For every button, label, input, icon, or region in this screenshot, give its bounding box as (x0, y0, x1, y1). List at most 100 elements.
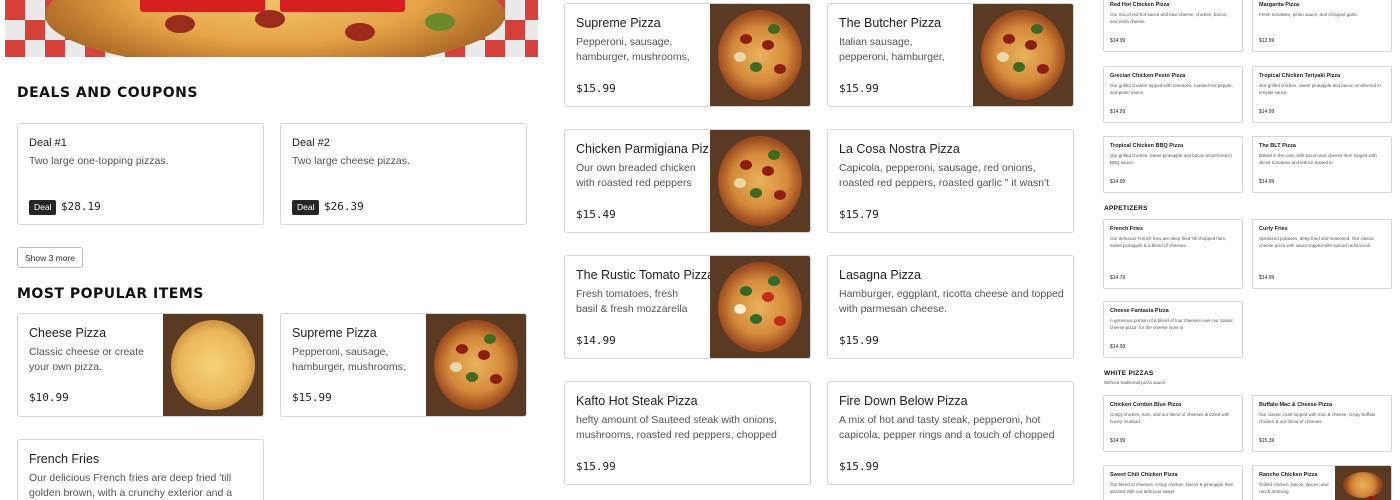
menu-item-card[interactable]: Chicken Cordon Blue Pizza Crispy chicken… (1103, 395, 1243, 452)
item-description: Capicola, pepperoni, sausage, red onions… (839, 162, 1050, 189)
item-description: Our mix of red hot sauce and blue cheese… (1110, 12, 1228, 24)
item-price: $15.99 (839, 460, 879, 473)
item-name: Fire Down Below Pizza (839, 394, 968, 408)
item-name: Red Hot Chicken Pizza (1110, 2, 1170, 8)
menu-item-card[interactable]: Cheese Pizza Classic cheese or create yo… (17, 313, 264, 417)
deal-name: Deal #2 (292, 137, 330, 149)
item-image (710, 4, 810, 106)
menu-item-card[interactable]: Kafto Hot Steak Pizza hefty amount of Sa… (564, 381, 811, 485)
hero-button-2[interactable] (280, 0, 405, 12)
show-more-deals-button[interactable]: Show 3 more (17, 247, 83, 268)
item-description: A generous portion of a blend of four ch… (1110, 318, 1234, 330)
item-price: $14.99 (1259, 109, 1275, 115)
menu-item-card[interactable]: The Rustic Tomato Pizza Fresh tomatoes, … (564, 255, 811, 359)
item-name: Tropical Chicken Teriyaki Pizza (1259, 73, 1341, 79)
deal-badge: Deal (29, 200, 57, 215)
deal-card[interactable]: Deal #1 Two large one-topping pizzas. De… (17, 123, 264, 225)
hero-button-1[interactable] (140, 0, 265, 12)
item-name: Supreme Pizza (292, 326, 377, 340)
item-name: Chicken Cordon Blue Pizza (1110, 402, 1182, 408)
item-name: Cheese Fantasia Pizza (1110, 308, 1169, 314)
menu-item-card[interactable]: Rancho Chicken Pizza Grilled chicken, ba… (1252, 465, 1392, 500)
menu-item-card[interactable]: Cheese Fantasia Pizza A generous portion… (1103, 301, 1243, 358)
deal-badge: Deal (292, 200, 320, 215)
item-description: Our delicious French fries are deep frie… (29, 472, 233, 499)
item-description: Our grilled chicken topped with tomatoes… (1110, 83, 1233, 95)
item-name: La Cosa Nostra Pizza (839, 142, 960, 156)
deals-title: Deals and coupons (17, 85, 198, 101)
item-name: Kafto Hot Steak Pizza (576, 394, 698, 408)
menu-item-card[interactable]: Lasagna Pizza Hamburger, eggplant, ricot… (827, 255, 1074, 359)
item-name: Lasagna Pizza (839, 268, 922, 282)
item-description: Pepperoni, sausage, hamburger, mushrooms… (576, 36, 690, 63)
menu-item-card[interactable]: Tropical Chicken Teriyaki Pizza Our gril… (1252, 66, 1392, 123)
item-name: Tropical Chicken BBQ Pizza (1110, 143, 1184, 149)
menu-item-card[interactable]: French Fries Our delicious French fries … (17, 439, 264, 500)
item-name: The Butcher Pizza (839, 16, 942, 30)
white-pizzas-heading: White pizzas (1104, 370, 1154, 377)
item-image (163, 314, 263, 416)
item-description: Fresh tomatoes, pesto sauce, and chopped… (1259, 12, 1359, 17)
deal-card[interactable]: Deal #2 Two large cheese pizzas. Deal $2… (280, 123, 527, 225)
item-price: $10.99 (29, 391, 69, 404)
item-name: Supreme Pizza (576, 16, 661, 30)
item-price: $15.99 (292, 391, 332, 404)
item-price: $15.49 (576, 208, 616, 221)
item-name: Buffalo Mac & Cheese Pizza (1259, 402, 1333, 408)
menu-item-card[interactable]: Red Hot Chicken Pizza Our mix of red hot… (1103, 0, 1243, 52)
item-name: Rancho Chicken Pizza (1259, 472, 1318, 478)
item-price: $15.99 (576, 460, 616, 473)
popular-title: Most popular items (17, 286, 204, 302)
menu-item-card[interactable]: Margarita Pizza Fresh tomatoes, pesto sa… (1252, 0, 1392, 52)
item-description: Crispy chicken, ham, and our blend of ch… (1110, 412, 1230, 424)
item-price: $15.79 (839, 208, 879, 221)
item-description: Our delicious French fries are deep frie… (1110, 236, 1227, 248)
item-name: Cheese Pizza (29, 326, 107, 340)
item-description: Classic cheese or create your own pizza. (29, 346, 144, 373)
item-price: $14.99 (1110, 344, 1126, 350)
item-price: $14.99 (1110, 179, 1126, 185)
menu-item-card[interactable]: Fire Down Below Pizza A mix of hot and t… (827, 381, 1074, 485)
item-price: $15.99 (839, 334, 879, 347)
menu-item-card[interactable]: Sweet Chili Chicken Pizza Our blend of c… (1103, 465, 1243, 500)
menu-item-card[interactable]: Chicken Parmigiana Pizza Our own breaded… (564, 129, 811, 233)
item-name: The BLT Pizza (1259, 143, 1296, 149)
item-price: $15.99 (576, 82, 616, 95)
deal-name: Deal #1 (29, 137, 67, 149)
item-name: Curly Fries (1259, 226, 1288, 232)
menu-item-card[interactable]: Supreme Pizza Pepperoni, sausage, hambur… (564, 3, 811, 107)
item-price: $14.99 (1259, 179, 1275, 185)
menu-item-card[interactable]: Buffalo Mac & Cheese Pizza Our classic c… (1252, 395, 1392, 452)
item-name: The Rustic Tomato Pizza (576, 268, 715, 282)
menu-item-card[interactable]: The BLT Pizza Baked in the oven with bac… (1252, 136, 1392, 193)
menu-item-card[interactable]: Curly Fries Spiralized potatoes, deep fr… (1252, 219, 1392, 289)
item-price: $15.99 (839, 82, 879, 95)
item-name: Grecian Chicken Pesto Pizza (1110, 73, 1186, 79)
white-pizzas-subtitle: Without traditional pizza sauce. (1104, 380, 1167, 385)
item-description: Our own breaded chicken with roasted red… (576, 162, 696, 189)
menu-item-card[interactable]: Tropical Chicken BBQ Pizza Our grilled c… (1103, 136, 1243, 193)
menu-item-card[interactable]: The Butcher Pizza Italian sausage, peppe… (827, 3, 1074, 107)
menu-item-card[interactable]: Grecian Chicken Pesto Pizza Our grilled … (1103, 66, 1243, 123)
item-description: Our grilled chicken, sweet pineapple and… (1259, 83, 1381, 95)
item-description: Hamburger, eggplant, ricotta cheese and … (839, 288, 1064, 315)
item-description: A mix of hot and tasty steak, pepperoni,… (839, 414, 1055, 441)
menu-item-card[interactable]: Supreme Pizza Pepperoni, sausage, hambur… (280, 313, 527, 417)
menu-page: Deals and coupons Deal #1 Two large one-… (0, 0, 1400, 500)
deal-price: $26.39 (324, 200, 364, 213)
menu-item-card[interactable]: La Cosa Nostra Pizza Capicola, pepperoni… (827, 129, 1074, 233)
item-image (1335, 466, 1391, 500)
item-name: Sweet Chili Chicken Pizza (1110, 472, 1178, 478)
hero-banner (5, 0, 538, 57)
item-description: Baked in the oven with bacon and cheese … (1259, 153, 1377, 165)
item-description: hefty amount of Sauteed steak with onion… (576, 414, 777, 441)
deal-price: $28.19 (61, 200, 101, 213)
item-description: Our classic crust topped with mac & chee… (1259, 412, 1376, 424)
menu-item-card[interactable]: French Fries Our delicious French fries … (1103, 219, 1243, 289)
item-price: $15.39 (1259, 438, 1275, 444)
item-description: Our blend of cheeses, crispy chicken, ba… (1110, 482, 1234, 494)
item-price: $14.79 (1110, 275, 1126, 281)
item-name: Chicken Parmigiana Pizza (576, 142, 709, 156)
item-price: $14.99 (1110, 109, 1126, 115)
item-description: Fresh tomatoes, fresh basil & fresh mozz… (576, 288, 688, 315)
